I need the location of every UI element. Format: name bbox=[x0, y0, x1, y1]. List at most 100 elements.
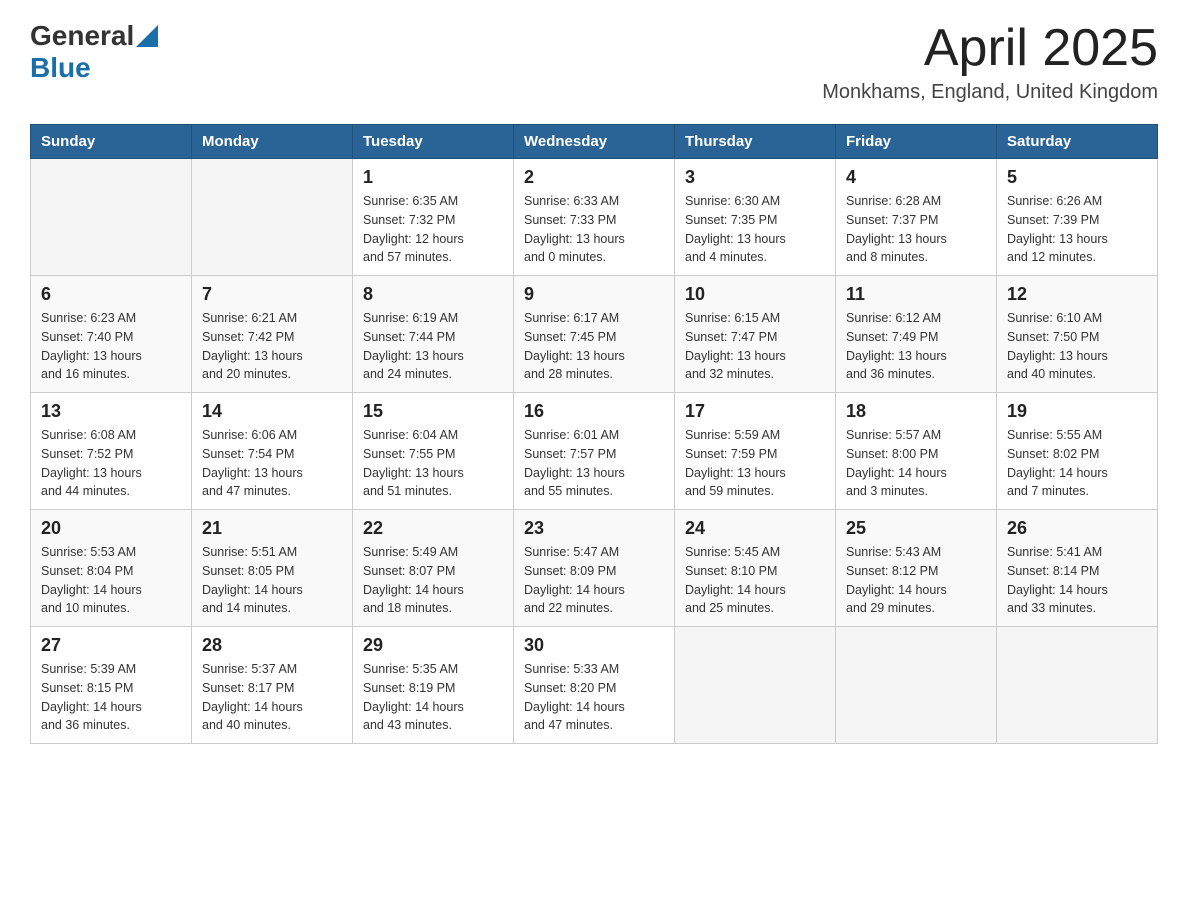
col-header-sunday: Sunday bbox=[31, 125, 192, 159]
calendar-cell: 28 Sunrise: 5:37 AM Sunset: 8:17 PM Dayli… bbox=[192, 627, 353, 744]
day-number: 6 bbox=[41, 284, 181, 305]
day-info: Sunrise: 6:06 AM Sunset: 7:54 PM Dayligh… bbox=[202, 426, 342, 501]
day-number: 7 bbox=[202, 284, 342, 305]
month-title: April 2025 bbox=[822, 20, 1158, 77]
logo: General Blue bbox=[30, 20, 158, 84]
day-info: Sunrise: 6:21 AM Sunset: 7:42 PM Dayligh… bbox=[202, 309, 342, 384]
day-number: 14 bbox=[202, 401, 342, 422]
calendar-cell bbox=[31, 159, 192, 276]
calendar-cell: 20 Sunrise: 5:53 AM Sunset: 8:04 PM Dayli… bbox=[31, 510, 192, 627]
day-info: Sunrise: 6:26 AM Sunset: 7:39 PM Dayligh… bbox=[1007, 192, 1147, 267]
day-info: Sunrise: 6:28 AM Sunset: 7:37 PM Dayligh… bbox=[846, 192, 986, 267]
day-info: Sunrise: 5:47 AM Sunset: 8:09 PM Dayligh… bbox=[524, 543, 664, 618]
calendar-cell: 12Sunrise: 6:10 AM Sunset: 7:50 PM Dayli… bbox=[997, 276, 1158, 393]
day-number: 12 bbox=[1007, 284, 1147, 305]
calendar-cell bbox=[836, 627, 997, 744]
day-info: Sunrise: 6:35 AM Sunset: 7:32 PM Dayligh… bbox=[363, 192, 503, 267]
week-row-2: 6 Sunrise: 6:23 AM Sunset: 7:40 PM Daylig… bbox=[31, 276, 1158, 393]
day-info: Sunrise: 5:41 AM Sunset: 8:14 PM Dayligh… bbox=[1007, 543, 1147, 618]
day-info: Sunrise: 5:33 AM Sunset: 8:20 PM Dayligh… bbox=[524, 660, 664, 735]
day-info: Sunrise: 6:08 AM Sunset: 7:52 PM Dayligh… bbox=[41, 426, 181, 501]
calendar-cell bbox=[192, 159, 353, 276]
calendar-cell: 24 Sunrise: 5:45 AM Sunset: 8:10 PM Dayli… bbox=[675, 510, 836, 627]
day-number: 24 bbox=[685, 518, 825, 539]
col-header-tuesday: Tuesday bbox=[353, 125, 514, 159]
day-info: Sunrise: 5:43 AM Sunset: 8:12 PM Dayligh… bbox=[846, 543, 986, 618]
col-header-thursday: Thursday bbox=[675, 125, 836, 159]
day-number: 22 bbox=[363, 518, 503, 539]
calendar-cell: 15Sunrise: 6:04 AM Sunset: 7:55 PM Dayli… bbox=[353, 393, 514, 510]
calendar-cell bbox=[997, 627, 1158, 744]
day-number: 17 bbox=[685, 401, 825, 422]
calendar-cell: 5 Sunrise: 6:26 AM Sunset: 7:39 PM Daylig… bbox=[997, 159, 1158, 276]
calendar-cell: 3Sunrise: 6:30 AM Sunset: 7:35 PM Daylig… bbox=[675, 159, 836, 276]
day-number: 10 bbox=[685, 284, 825, 305]
day-info: Sunrise: 5:39 AM Sunset: 8:15 PM Dayligh… bbox=[41, 660, 181, 735]
calendar-cell: 8 Sunrise: 6:19 AM Sunset: 7:44 PM Daylig… bbox=[353, 276, 514, 393]
day-info: Sunrise: 5:45 AM Sunset: 8:10 PM Dayligh… bbox=[685, 543, 825, 618]
calendar-cell: 22 Sunrise: 5:49 AM Sunset: 8:07 PM Dayli… bbox=[353, 510, 514, 627]
calendar-cell: 4Sunrise: 6:28 AM Sunset: 7:37 PM Daylig… bbox=[836, 159, 997, 276]
day-number: 26 bbox=[1007, 518, 1147, 539]
calendar-cell: 9Sunrise: 6:17 AM Sunset: 7:45 PM Daylig… bbox=[514, 276, 675, 393]
day-number: 3 bbox=[685, 167, 825, 188]
calendar-cell: 27Sunrise: 5:39 AM Sunset: 8:15 PM Dayli… bbox=[31, 627, 192, 744]
week-row-4: 20 Sunrise: 5:53 AM Sunset: 8:04 PM Dayli… bbox=[31, 510, 1158, 627]
day-number: 20 bbox=[41, 518, 181, 539]
calendar-cell: 21 Sunrise: 5:51 AM Sunset: 8:05 PM Dayli… bbox=[192, 510, 353, 627]
day-info: Sunrise: 5:53 AM Sunset: 8:04 PM Dayligh… bbox=[41, 543, 181, 618]
day-number: 2 bbox=[524, 167, 664, 188]
calendar-cell: 23 Sunrise: 5:47 AM Sunset: 8:09 PM Dayli… bbox=[514, 510, 675, 627]
header-row: SundayMondayTuesdayWednesdayThursdayFrid… bbox=[31, 125, 1158, 159]
day-info: Sunrise: 6:23 AM Sunset: 7:40 PM Dayligh… bbox=[41, 309, 181, 384]
title-block: April 2025 Monkhams, England, United Kin… bbox=[822, 20, 1158, 104]
day-number: 16 bbox=[524, 401, 664, 422]
calendar-cell: 14 Sunrise: 6:06 AM Sunset: 7:54 PM Dayli… bbox=[192, 393, 353, 510]
day-info: Sunrise: 5:37 AM Sunset: 8:17 PM Dayligh… bbox=[202, 660, 342, 735]
week-row-1: 1 Sunrise: 6:35 AM Sunset: 7:32 PM Daylig… bbox=[31, 159, 1158, 276]
logo-triangle-icon bbox=[136, 25, 158, 47]
day-number: 11 bbox=[846, 284, 986, 305]
location: Monkhams, England, United Kingdom bbox=[822, 81, 1158, 104]
day-info: Sunrise: 5:55 AM Sunset: 8:02 PM Dayligh… bbox=[1007, 426, 1147, 501]
day-number: 5 bbox=[1007, 167, 1147, 188]
day-info: Sunrise: 5:49 AM Sunset: 8:07 PM Dayligh… bbox=[363, 543, 503, 618]
day-info: Sunrise: 5:57 AM Sunset: 8:00 PM Dayligh… bbox=[846, 426, 986, 501]
day-info: Sunrise: 6:33 AM Sunset: 7:33 PM Dayligh… bbox=[524, 192, 664, 267]
calendar-cell: 29Sunrise: 5:35 AM Sunset: 8:19 PM Dayli… bbox=[353, 627, 514, 744]
day-number: 21 bbox=[202, 518, 342, 539]
day-number: 23 bbox=[524, 518, 664, 539]
col-header-saturday: Saturday bbox=[997, 125, 1158, 159]
day-number: 28 bbox=[202, 635, 342, 656]
logo-general: General bbox=[30, 20, 134, 52]
day-number: 25 bbox=[846, 518, 986, 539]
calendar-table: SundayMondayTuesdayWednesdayThursdayFrid… bbox=[30, 124, 1158, 744]
calendar-cell: 6 Sunrise: 6:23 AM Sunset: 7:40 PM Daylig… bbox=[31, 276, 192, 393]
col-header-monday: Monday bbox=[192, 125, 353, 159]
calendar-cell: 2 Sunrise: 6:33 AM Sunset: 7:33 PM Daylig… bbox=[514, 159, 675, 276]
day-info: Sunrise: 6:12 AM Sunset: 7:49 PM Dayligh… bbox=[846, 309, 986, 384]
day-number: 19 bbox=[1007, 401, 1147, 422]
week-row-3: 13 Sunrise: 6:08 AM Sunset: 7:52 PM Dayli… bbox=[31, 393, 1158, 510]
col-header-friday: Friday bbox=[836, 125, 997, 159]
week-row-5: 27Sunrise: 5:39 AM Sunset: 8:15 PM Dayli… bbox=[31, 627, 1158, 744]
calendar-cell: 17 Sunrise: 5:59 AM Sunset: 7:59 PM Dayli… bbox=[675, 393, 836, 510]
day-number: 18 bbox=[846, 401, 986, 422]
calendar-cell: 19 Sunrise: 5:55 AM Sunset: 8:02 PM Dayli… bbox=[997, 393, 1158, 510]
day-number: 8 bbox=[363, 284, 503, 305]
calendar-cell: 25 Sunrise: 5:43 AM Sunset: 8:12 PM Dayli… bbox=[836, 510, 997, 627]
day-info: Sunrise: 5:59 AM Sunset: 7:59 PM Dayligh… bbox=[685, 426, 825, 501]
day-info: Sunrise: 5:51 AM Sunset: 8:05 PM Dayligh… bbox=[202, 543, 342, 618]
day-info: Sunrise: 6:04 AM Sunset: 7:55 PM Dayligh… bbox=[363, 426, 503, 501]
day-info: Sunrise: 6:19 AM Sunset: 7:44 PM Dayligh… bbox=[363, 309, 503, 384]
day-number: 13 bbox=[41, 401, 181, 422]
day-info: Sunrise: 6:17 AM Sunset: 7:45 PM Dayligh… bbox=[524, 309, 664, 384]
day-number: 1 bbox=[363, 167, 503, 188]
calendar-cell: 11 Sunrise: 6:12 AM Sunset: 7:49 PM Dayli… bbox=[836, 276, 997, 393]
calendar-cell: 7 Sunrise: 6:21 AM Sunset: 7:42 PM Daylig… bbox=[192, 276, 353, 393]
day-info: Sunrise: 5:35 AM Sunset: 8:19 PM Dayligh… bbox=[363, 660, 503, 735]
page-header: General Blue April 2025 Monkhams, Englan… bbox=[30, 20, 1158, 104]
logo-blue: Blue bbox=[30, 52, 91, 83]
calendar-cell: 26 Sunrise: 5:41 AM Sunset: 8:14 PM Dayli… bbox=[997, 510, 1158, 627]
day-info: Sunrise: 6:15 AM Sunset: 7:47 PM Dayligh… bbox=[685, 309, 825, 384]
